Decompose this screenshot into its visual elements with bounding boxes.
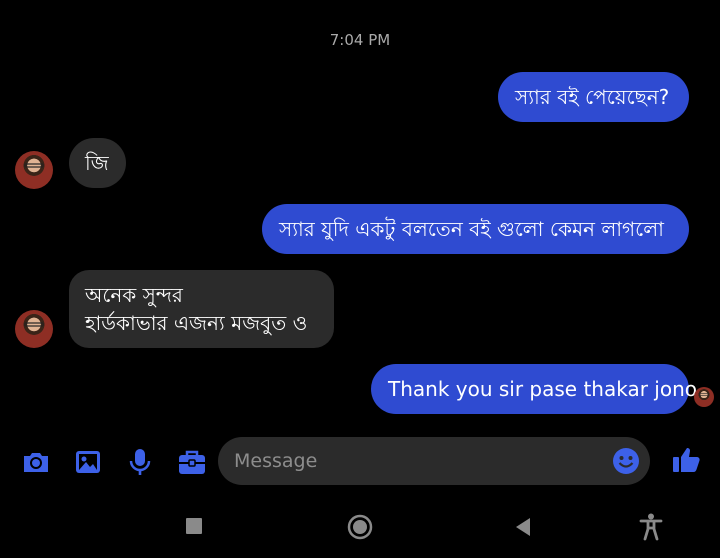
back-icon[interactable] xyxy=(514,517,532,541)
message-text: স্যার যুদি একটু বলতেন বই গুলো কেমন লাগলো xyxy=(279,217,664,241)
smiley-icon[interactable] xyxy=(612,447,640,475)
camera-icon[interactable] xyxy=(20,446,52,478)
message-text: জি xyxy=(85,151,109,175)
message-text-line: হার্ডকাভার এজন্য মজবুত ও xyxy=(85,311,308,335)
sent-message-bubble[interactable]: Thank you sir pase thakar jono xyxy=(371,364,697,414)
thumbs-up-icon[interactable] xyxy=(670,444,702,476)
message-text-line: অনেক সুন্দর xyxy=(85,283,183,307)
microphone-icon[interactable] xyxy=(124,446,156,478)
message-text: Thank you sir pase thakar jono xyxy=(388,377,698,401)
gallery-icon[interactable] xyxy=(72,446,104,478)
accessibility-icon[interactable] xyxy=(639,513,663,545)
received-message-bubble[interactable]: অনেক সুন্দর হার্ডকাভার এজন্য মজবুত ও xyxy=(69,270,334,348)
briefcase-icon[interactable] xyxy=(176,446,208,478)
sent-message-bubble[interactable]: স্যার যুদি একটু বলতেন বই গুলো কেমন লাগলো xyxy=(262,204,689,254)
message-text: স্যার বই পেয়েছেন? xyxy=(515,85,670,109)
sent-message-bubble[interactable]: স্যার বই পেয়েছেন? xyxy=(498,72,689,122)
contact-avatar[interactable] xyxy=(15,151,53,189)
seen-receipt-avatar xyxy=(694,387,714,407)
message-input-placeholder: Message xyxy=(234,450,318,472)
recent-apps-icon[interactable] xyxy=(186,518,202,538)
message-input[interactable]: Message xyxy=(218,437,650,485)
message-timestamp: 7:04 PM xyxy=(329,31,391,49)
contact-avatar[interactable] xyxy=(15,310,53,348)
home-icon[interactable] xyxy=(347,514,373,544)
received-message-bubble[interactable]: জি xyxy=(69,138,126,188)
